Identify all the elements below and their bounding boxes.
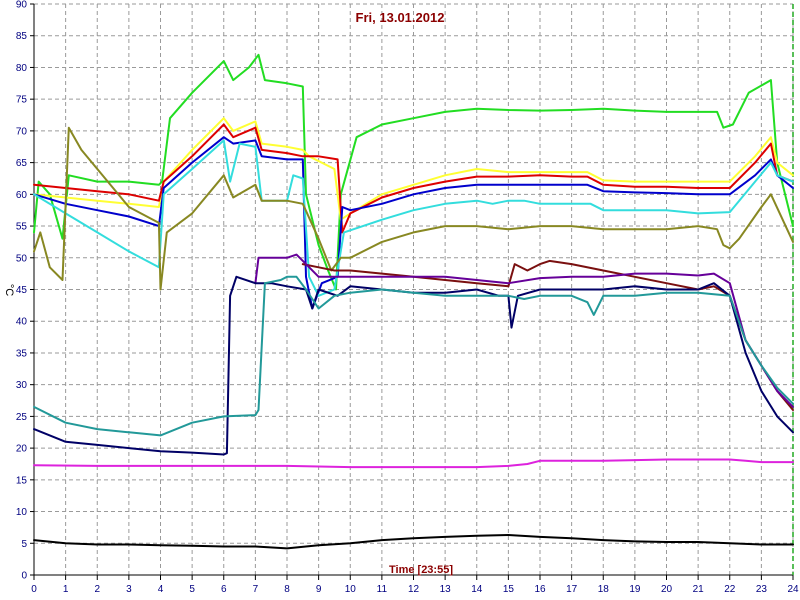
x-tick-label: 19 (629, 584, 641, 595)
y-tick-label: 0 (21, 571, 27, 582)
y-tick-label: 75 (16, 95, 28, 106)
x-tick-label: 13 (440, 584, 452, 595)
y-tick-label: 70 (16, 126, 28, 137)
x-tick-label: 4 (158, 584, 164, 595)
y-tick-label: 35 (16, 348, 28, 359)
x-tick-label: 1 (63, 584, 69, 595)
x-axis-label: Time [23:55] (389, 564, 453, 576)
y-tick-label: 5 (21, 539, 27, 550)
x-tick-label: 14 (471, 584, 483, 595)
y-tick-label: 50 (16, 253, 28, 264)
y-tick-label: 30 (16, 380, 28, 391)
y-tick-label: 45 (16, 285, 28, 296)
x-tick-label: 21 (693, 584, 705, 595)
x-tick-label: 24 (787, 584, 799, 595)
y-tick-label: 65 (16, 158, 28, 169)
x-tick-label: 22 (724, 584, 736, 595)
x-tick-label: 11 (377, 584, 388, 595)
temperature-chart: 0510152025303540455055606570758085900 1 2 3… (0, 0, 800, 600)
x-tick-label: 20 (661, 584, 673, 595)
x-tick-label: 10 (345, 584, 357, 595)
chart-background (0, 0, 800, 600)
x-tick-label: 23 (756, 584, 768, 595)
y-tick-label: 60 (16, 190, 28, 201)
x-tick-label: 5 (189, 584, 195, 595)
y-tick-label: 10 (16, 507, 28, 518)
y-tick-label: 40 (16, 317, 28, 328)
x-tick-label: 3 (126, 584, 132, 595)
y-tick-label: 80 (16, 63, 28, 74)
y-tick-label: 20 (16, 444, 28, 455)
x-tick-label: 16 (534, 584, 546, 595)
y-axis-label: °C (3, 284, 15, 296)
x-tick-label: 8 (284, 584, 290, 595)
x-tick-label: 7 (253, 584, 259, 595)
x-tick-label: 18 (598, 584, 610, 595)
x-tick-label: 12 (408, 584, 420, 595)
x-tick-label: 17 (566, 584, 578, 595)
y-tick-label: 25 (16, 412, 28, 423)
y-tick-label: 90 (16, 0, 28, 11)
x-tick-label: 2 (94, 584, 100, 595)
x-tick-label: 6 (221, 584, 227, 595)
x-tick-label: 0 (31, 584, 37, 595)
x-tick-label: 9 (316, 584, 322, 595)
x-tick-label: 15 (503, 584, 515, 595)
y-tick-label: 55 (16, 222, 28, 233)
chart-title: Fri, 13.01.2012 (356, 10, 445, 25)
y-tick-label: 85 (16, 31, 28, 42)
y-tick-label: 15 (16, 475, 28, 486)
